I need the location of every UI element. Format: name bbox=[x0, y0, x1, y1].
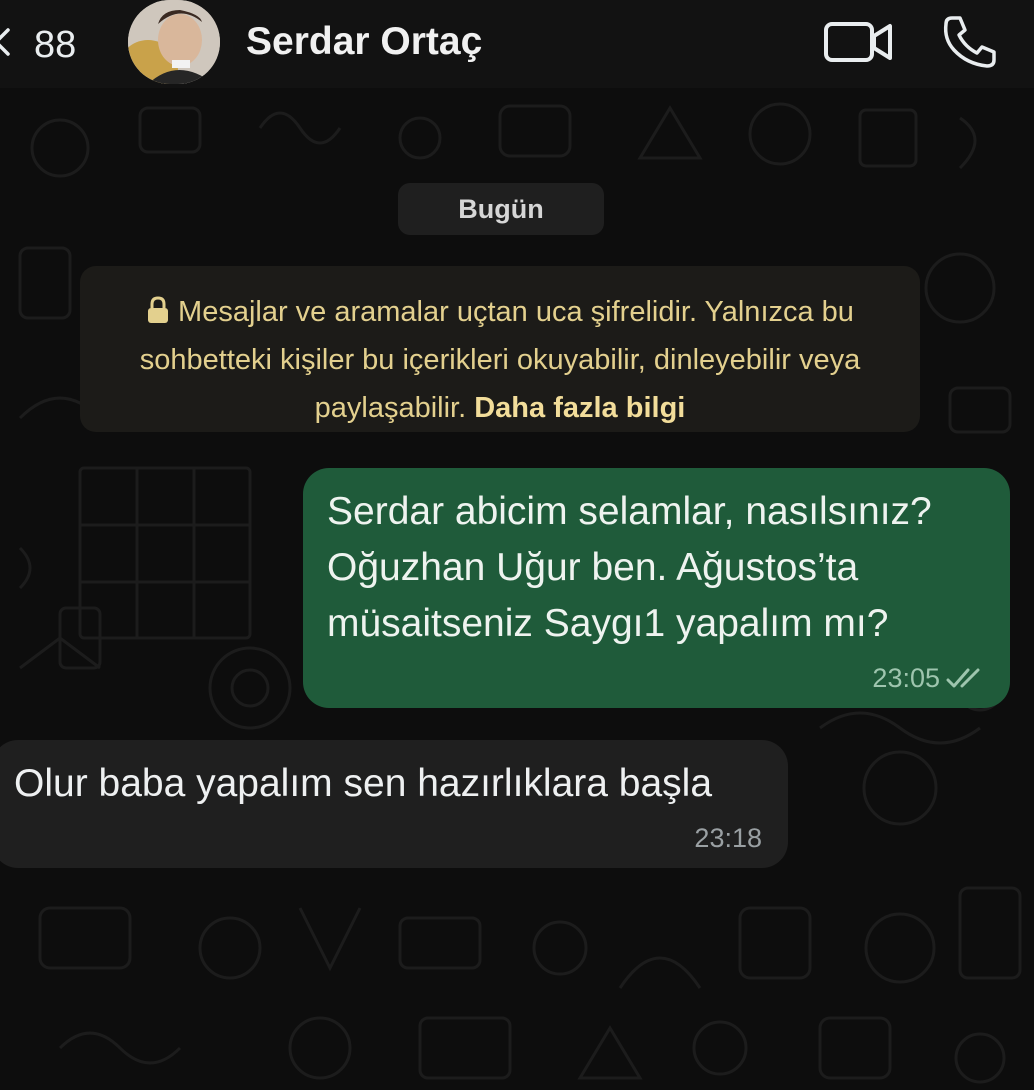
voice-call-button[interactable] bbox=[938, 12, 1000, 70]
encryption-notice[interactable]: Mesajlar ve aramalar uçtan uca şifrelidi… bbox=[80, 266, 920, 432]
phone-icon bbox=[943, 16, 996, 68]
video-camera-icon bbox=[824, 22, 892, 62]
message-line: Olur baba yapalım sen hazırlıklara başla bbox=[14, 762, 713, 805]
message-text: Olur baba yapalım sen hazırlıklara başla bbox=[14, 758, 766, 810]
chevron-left-icon bbox=[0, 28, 10, 56]
message-time: 23:05 bbox=[872, 663, 940, 693]
message-meta: 23:05 bbox=[872, 663, 986, 694]
date-divider: Bugün bbox=[398, 183, 604, 235]
message-line: Serdar abicim selamlar, nasılsınız? bbox=[327, 490, 932, 533]
outgoing-message[interactable]: Serdar abicim selamlar, nasılsınız? Oğuz… bbox=[303, 468, 1010, 708]
chat-area[interactable]: Bugün Mesajlar ve aramalar uçtan uca şif… bbox=[0, 88, 1034, 1090]
avatar-photo bbox=[128, 0, 220, 84]
learn-more-link[interactable]: Daha fazla bilgi bbox=[474, 392, 685, 424]
message-text: Serdar abicim selamlar, nasılsınız? Oğuz… bbox=[327, 484, 986, 652]
lock-icon bbox=[148, 296, 169, 323]
message-time: 23:18 bbox=[694, 823, 762, 853]
chat-header: 88 Serdar Ortaç bbox=[0, 0, 1034, 88]
unread-count: 88 bbox=[34, 24, 77, 66]
avatar[interactable] bbox=[128, 0, 220, 84]
message-line: müsaitseniz Saygı1 yapalım mı? bbox=[327, 602, 889, 645]
contact-name[interactable]: Serdar Ortaç bbox=[246, 20, 482, 64]
incoming-message[interactable]: Olur baba yapalım sen hazırlıklara başla… bbox=[0, 740, 788, 868]
message-line: Oğuzhan Uğur ben. Ağustos’ta bbox=[327, 546, 859, 589]
video-call-button[interactable] bbox=[822, 18, 896, 66]
read-double-check-icon bbox=[946, 668, 980, 687]
